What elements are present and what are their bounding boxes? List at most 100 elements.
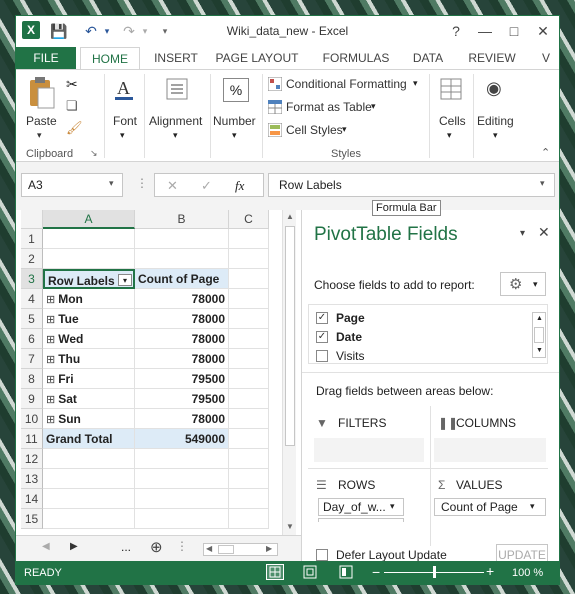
expand-icon[interactable]: ⊞ (46, 354, 55, 366)
gear-icon[interactable]: ⚙ (509, 275, 522, 293)
cell-a[interactable] (43, 249, 135, 269)
new-sheet-icon[interactable]: ⊕ (150, 538, 163, 556)
row-header[interactable]: 2 (21, 249, 43, 269)
expand-icon[interactable]: ⊞ (46, 394, 55, 406)
cell-a[interactable]: ⊞ Thu (43, 349, 135, 369)
column-header[interactable]: C (229, 210, 269, 229)
grand-total-label[interactable]: Grand Total (43, 429, 135, 449)
row-header[interactable]: 3 (21, 269, 43, 289)
cell-c[interactable] (229, 369, 269, 389)
collapse-ribbon-icon[interactable]: ⌃ (541, 146, 550, 159)
alignment-dropdown-icon[interactable]: ▾ (173, 130, 178, 141)
cell-styles-dropdown-icon[interactable]: ▾ (342, 124, 347, 135)
cell-b[interactable]: 78000 (135, 309, 229, 329)
cell-c[interactable] (229, 409, 269, 429)
field-label-page[interactable]: Page (336, 311, 365, 325)
field-list-up-icon[interactable]: ▲ (536, 315, 543, 322)
field-checkbox-visits[interactable] (316, 350, 328, 362)
cell-b[interactable] (135, 449, 229, 469)
cell-c[interactable] (229, 329, 269, 349)
expand-icon[interactable]: ⊞ (46, 374, 55, 386)
cell-b[interactable]: 78000 (135, 409, 229, 429)
font-icon[interactable]: A (111, 76, 137, 102)
defer-layout-checkbox[interactable] (316, 549, 328, 561)
minimize-button[interactable]: — (473, 20, 497, 42)
pivot-row-labels-header[interactable]: Row Labels ▾ (43, 269, 135, 289)
row-labels-filter-dropdown-icon[interactable]: ▾ (118, 274, 132, 286)
row-header[interactable]: 12 (21, 449, 43, 469)
row-header[interactable]: 7 (21, 349, 43, 369)
expand-formula-bar-icon[interactable]: ▾ (540, 178, 545, 189)
row-header[interactable]: 8 (21, 369, 43, 389)
alignment-group-button[interactable]: Alignment (149, 114, 202, 128)
binoculars-icon[interactable]: ◉ (486, 78, 502, 99)
paste-icon[interactable] (26, 76, 56, 110)
expand-icon[interactable]: ⊞ (46, 314, 55, 326)
columns-drop-area[interactable] (434, 438, 546, 462)
cell-b[interactable]: 79500 (135, 369, 229, 389)
tab-insert[interactable]: INSERT (146, 47, 206, 69)
cell-a[interactable] (43, 509, 135, 529)
count-of-page-header[interactable]: Count of Page (135, 269, 229, 289)
tab-file[interactable]: FILE (16, 47, 76, 69)
cell-b[interactable]: 78000 (135, 329, 229, 349)
cell-c[interactable] (229, 389, 269, 409)
zoom-out-icon[interactable]: − (372, 565, 380, 579)
field-list-down-icon[interactable]: ▼ (536, 347, 543, 354)
cell-c[interactable] (229, 249, 269, 269)
values-item-dropdown-icon[interactable]: ▾ (530, 501, 535, 512)
paste-label[interactable]: Paste (26, 114, 57, 128)
cell-c[interactable] (229, 509, 269, 529)
tab-review[interactable]: REVIEW (462, 47, 522, 69)
number-dropdown-icon[interactable]: ▾ (232, 130, 237, 141)
cell-c[interactable] (229, 309, 269, 329)
prev-sheet-icon[interactable]: ◀ (42, 541, 50, 552)
cell-c[interactable] (229, 429, 269, 449)
hscroll-thumb[interactable] (218, 545, 234, 554)
row-header[interactable]: 13 (21, 469, 43, 489)
cell-c[interactable] (229, 349, 269, 369)
close-button[interactable]: ✕ (531, 20, 555, 42)
scroll-down-icon[interactable]: ▼ (283, 522, 297, 531)
tab-home[interactable]: HOME (80, 47, 140, 69)
cell-b[interactable] (135, 469, 229, 489)
format-as-table-icon[interactable] (267, 99, 283, 115)
cancel-formula-icon[interactable]: ✕ (167, 178, 178, 194)
zoom-slider-thumb[interactable] (433, 566, 436, 578)
expand-icon[interactable]: ⊞ (46, 294, 55, 306)
scroll-left-icon[interactable]: ◀ (206, 544, 212, 553)
cell-a[interactable] (43, 489, 135, 509)
cell-c[interactable] (229, 449, 269, 469)
cell-a[interactable] (43, 229, 135, 249)
cell-b[interactable]: 78000 (135, 349, 229, 369)
cell-a[interactable]: ⊞ Mon (43, 289, 135, 309)
row-header[interactable]: 6 (21, 329, 43, 349)
editing-dropdown-icon[interactable]: ▾ (493, 130, 498, 141)
cell-b[interactable] (135, 509, 229, 529)
expand-icon[interactable]: ⊞ (46, 414, 55, 426)
copy-icon[interactable]: ❏ (66, 98, 78, 114)
conditional-formatting-icon[interactable] (267, 76, 283, 92)
page-layout-view-icon[interactable] (302, 565, 318, 582)
cell-a[interactable] (43, 469, 135, 489)
cell-styles-button[interactable]: Cell Styles (286, 123, 343, 137)
page-break-view-icon[interactable] (338, 565, 354, 582)
cell-a[interactable] (43, 449, 135, 469)
number-format-icon[interactable]: % (223, 78, 249, 102)
cell-a[interactable]: ⊞ Fri (43, 369, 135, 389)
select-all-corner[interactable] (21, 210, 43, 229)
cell-c[interactable] (229, 469, 269, 489)
conditional-formatting-dropdown-icon[interactable]: ▾ (413, 78, 418, 89)
row-header[interactable]: 9 (21, 389, 43, 409)
help-button[interactable]: ? (444, 20, 468, 42)
name-box[interactable]: A3 (21, 173, 123, 197)
format-painter-icon[interactable]: 🖌 (66, 120, 83, 136)
cell-b[interactable] (135, 229, 229, 249)
cell-a[interactable]: ⊞ Wed (43, 329, 135, 349)
conditional-formatting-button[interactable]: Conditional Formatting (286, 77, 407, 91)
field-list-scrollbar[interactable]: ▲ ▼ (532, 312, 546, 358)
row-header[interactable]: 4 (21, 289, 43, 309)
editing-group-button[interactable]: Editing (477, 114, 514, 128)
field-label-visits[interactable]: Visits (336, 349, 364, 363)
tab-formulas[interactable]: FORMULAS (314, 47, 398, 69)
